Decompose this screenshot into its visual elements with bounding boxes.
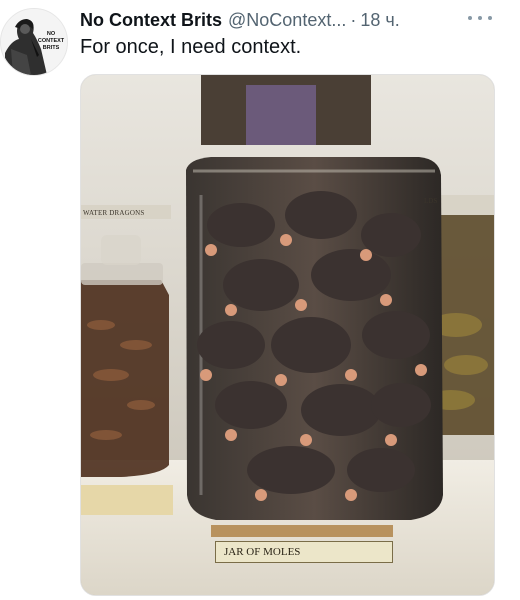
more-dot xyxy=(488,16,492,20)
dot-separator: · xyxy=(350,10,357,30)
avatar-line-3: BRITS xyxy=(43,45,60,51)
more-dot xyxy=(468,16,472,20)
avatar-line-1: NO xyxy=(47,31,56,37)
tweet-photo[interactable]: WATER DRAGONS LDS JAR OF MOLES xyxy=(80,74,495,596)
user-handle[interactable]: @NoContext... xyxy=(228,9,346,31)
tweet-text: For once, I need context. xyxy=(80,36,302,58)
tweet: NO CONTEXT BRITS No Context Brits @NoCon… xyxy=(0,0,520,600)
shelf-label-left: WATER DRAGONS xyxy=(83,209,145,217)
avatar[interactable]: NO CONTEXT BRITS xyxy=(0,8,68,76)
jar-label: JAR OF MOLES xyxy=(215,541,393,563)
avatar-image: NO CONTEXT BRITS xyxy=(1,9,67,75)
avatar-line-2: CONTEXT xyxy=(38,38,65,44)
shelf-label-right: LDS xyxy=(424,197,438,205)
display-name[interactable]: No Context Brits xyxy=(80,9,222,31)
timestamp[interactable]: 18 ч. xyxy=(360,9,399,31)
tweet-header: No Context Brits @NoContext... · 18 ч. xyxy=(80,8,508,32)
more-dot xyxy=(478,16,482,20)
more-horizontal-icon[interactable] xyxy=(468,10,492,26)
photo-jar-of-moles xyxy=(81,75,494,595)
